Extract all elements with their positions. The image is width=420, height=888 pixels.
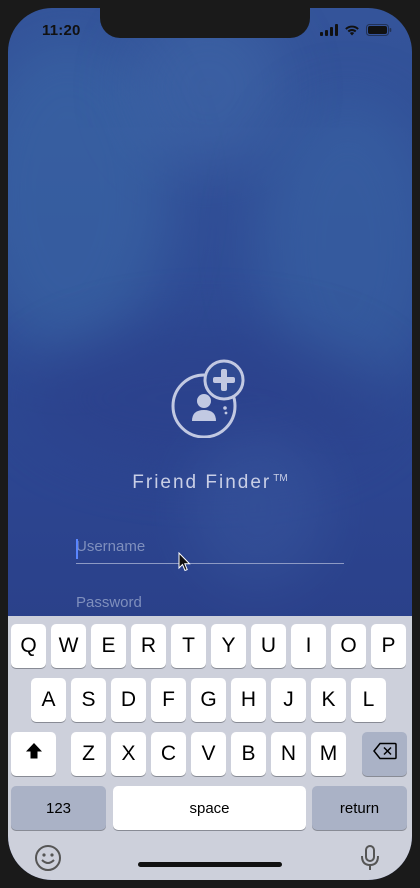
username-field-container [76,538,344,564]
brand-name: Friend Finder [132,472,272,493]
home-indicator[interactable] [138,862,282,867]
key-g[interactable]: G [191,678,226,722]
status-bar: 11:20 [8,8,412,52]
key-v[interactable]: V [191,732,226,776]
key-b[interactable]: B [231,732,266,776]
key-z[interactable]: Z [71,732,106,776]
backspace-icon [372,742,397,766]
key-x[interactable]: X [111,732,146,776]
delete-key[interactable] [362,732,407,776]
key-q[interactable]: Q [11,624,46,668]
key-o[interactable]: O [331,624,366,668]
key-h[interactable]: H [231,678,266,722]
emoji-icon[interactable] [34,844,62,877]
key-f[interactable]: F [151,678,186,722]
username-input[interactable] [76,538,344,563]
text-caret [76,539,78,559]
wifi-icon [344,23,360,41]
key-e[interactable]: E [91,624,126,668]
brand-title: Friend Finder TM [8,472,412,494]
friend-finder-logo-icon [170,358,250,439]
key-k[interactable]: K [311,678,346,722]
key-l[interactable]: L [351,678,386,722]
keyboard-row-1: Q W E R T Y U I O P [8,624,412,668]
key-a[interactable]: A [31,678,66,722]
key-t[interactable]: T [171,624,206,668]
signal-icon [320,23,338,41]
shift-key[interactable] [11,732,56,776]
key-c[interactable]: C [151,732,186,776]
trademark: TM [273,472,288,484]
keyboard-row-3: Z X C V B N M [8,732,412,776]
return-key[interactable]: return [312,786,407,830]
key-u[interactable]: U [251,624,286,668]
key-r[interactable]: R [131,624,166,668]
shift-icon [25,742,43,766]
background-blur [188,428,328,588]
space-key[interactable]: space [113,786,306,830]
status-time: 11:20 [42,22,81,39]
login-screen: 11:20 Friend Finder TM Username Q W E R … [8,8,412,880]
key-n[interactable]: N [271,732,306,776]
on-screen-keyboard: Q W E R T Y U I O P A S D F G H J K L Z … [8,616,412,880]
device-frame: 11:20 Friend Finder TM Username Q W E R … [0,0,420,888]
notch [100,8,310,38]
mouse-pointer-icon [178,551,192,577]
battery-icon [366,23,392,41]
key-i[interactable]: I [291,624,326,668]
key-j[interactable]: J [271,678,306,722]
keyboard-row-4: 123 space return [8,786,412,830]
key-d[interactable]: D [111,678,146,722]
key-p[interactable]: P [371,624,406,668]
numbers-key[interactable]: 123 [11,786,106,830]
microphone-icon[interactable] [360,844,380,877]
key-w[interactable]: W [51,624,86,668]
key-m[interactable]: M [311,732,346,776]
keyboard-row-2: A S D F G H J K L [8,678,412,722]
key-y[interactable]: Y [211,624,246,668]
status-icons [320,23,392,41]
keyboard-bottom-bar [8,840,412,880]
key-s[interactable]: S [71,678,106,722]
